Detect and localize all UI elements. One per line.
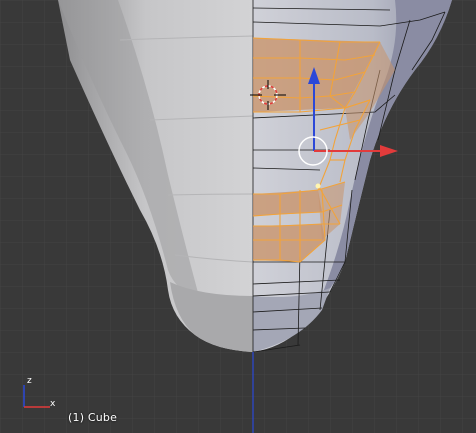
3d-viewport[interactable]: z x (1) Cube	[0, 0, 476, 433]
gizmo-x-label: x	[50, 399, 56, 409]
active-object-label: (1) Cube	[68, 411, 118, 424]
viewport-canvas[interactable]: z x	[0, 0, 476, 433]
gizmo-z-label: z	[27, 376, 32, 386]
